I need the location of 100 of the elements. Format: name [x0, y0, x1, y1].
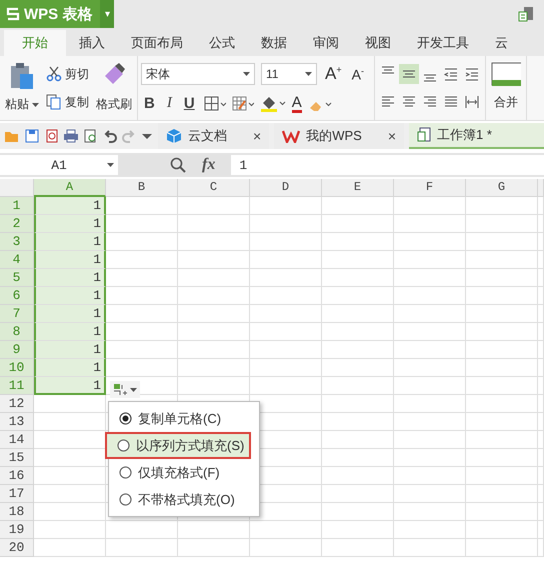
menu-tab[interactable]: 数据 [248, 30, 300, 56]
row-header[interactable]: 18 [0, 503, 34, 521]
table-cell [466, 251, 538, 269]
paste-button[interactable]: 粘贴 [3, 60, 41, 116]
table-cell [322, 539, 394, 557]
menu-tab[interactable]: 视图 [352, 30, 404, 56]
column-header[interactable]: D [250, 179, 322, 197]
column-header[interactable]: B [106, 179, 178, 197]
document-icon[interactable] [518, 6, 534, 22]
dropdown-caret-icon[interactable] [141, 131, 153, 141]
grow-font-button[interactable]: A$^{+}$ [323, 64, 344, 84]
align-icon[interactable] [464, 94, 480, 110]
radio-button[interactable] [119, 493, 132, 506]
row-header[interactable]: 20 [0, 539, 34, 557]
font-size-dropdown[interactable]: 11 [261, 63, 317, 86]
table-cell [322, 449, 394, 467]
save-icon[interactable] [25, 129, 39, 143]
row-header[interactable]: 19 [0, 521, 34, 539]
underline-button[interactable]: U [180, 95, 198, 112]
menu-tab[interactable]: 审阅 [300, 30, 352, 56]
document-tab[interactable]: 工作簿1 * [409, 123, 544, 149]
shrink-font-button[interactable]: A$^{-}$ [350, 66, 366, 83]
pdf-export-icon[interactable] [44, 129, 58, 143]
table-cell [394, 215, 466, 233]
table-cell [394, 449, 466, 467]
table-cell [394, 269, 466, 287]
column-header[interactable]: C [178, 179, 250, 197]
menu-tab[interactable]: 公式 [196, 30, 248, 56]
print-icon[interactable] [63, 129, 79, 143]
font-name-dropdown[interactable]: 宋体 [141, 63, 255, 86]
app-dropdown-button[interactable]: ▾ [100, 0, 114, 28]
w-logo-icon[interactable] [282, 129, 300, 143]
table-cell [394, 395, 466, 413]
table-cell [394, 467, 466, 485]
table-cell [34, 539, 106, 557]
menu-item[interactable]: 复制单元格(C) [109, 405, 259, 432]
radio-button[interactable] [117, 439, 130, 452]
table-cell [106, 305, 178, 323]
table-cell [394, 287, 466, 305]
table-cell [394, 233, 466, 251]
column-header[interactable]: E [322, 179, 394, 197]
row-header[interactable]: 14 [0, 431, 34, 449]
table-cell [178, 197, 250, 215]
table-cell [394, 413, 466, 431]
table-cell [250, 359, 322, 377]
auto-fill-options-button[interactable] [110, 381, 140, 398]
table-cell [250, 233, 322, 251]
cell-style-icon[interactable] [232, 96, 254, 112]
menu-tab[interactable]: 开始 [4, 30, 66, 56]
radio-button[interactable] [119, 412, 132, 425]
menu-tab[interactable]: 云 [482, 30, 521, 56]
row-header[interactable]: 13 [0, 413, 34, 431]
copy-icon [46, 94, 62, 110]
font-color-button[interactable]: A [292, 94, 302, 113]
borders-icon[interactable] [204, 96, 226, 112]
cube-icon[interactable] [166, 128, 182, 144]
column-header[interactable]: F [394, 179, 466, 197]
document-icon[interactable] [417, 127, 431, 143]
menu-tab[interactable]: 插入 [66, 30, 118, 56]
menu-item[interactable]: 不带格式填充(O) [109, 486, 259, 513]
table-cell [178, 539, 250, 557]
align-button[interactable] [398, 64, 419, 84]
cut-button[interactable]: 剪切 [44, 64, 91, 84]
name-box[interactable]: A1 [0, 155, 118, 175]
merge-button[interactable]: 合并 [488, 60, 523, 116]
table-cell [322, 305, 394, 323]
table-cell [106, 539, 178, 557]
row-header[interactable]: 17 [0, 485, 34, 503]
table-cell: 1 [34, 233, 106, 251]
bold-button[interactable]: B [141, 95, 158, 112]
column-header[interactable]: G [466, 179, 538, 197]
menu-item[interactable]: 仅填充格式(F) [109, 459, 259, 486]
table-cell [250, 287, 322, 305]
fill-options-icon [113, 383, 127, 396]
print-preview-icon[interactable] [84, 129, 98, 143]
menu-item[interactable]: 以序列方式填充(S) [105, 432, 251, 459]
copy-button[interactable]: 复制 [44, 92, 91, 112]
fill-color-icon[interactable] [260, 95, 286, 112]
undo-icon[interactable] [103, 129, 117, 143]
table-cell: 1 [34, 197, 106, 215]
table-cell [178, 305, 250, 323]
row-header[interactable]: 12 [0, 395, 34, 413]
table-cell [322, 233, 394, 251]
menu-tab[interactable]: 页面布局 [118, 30, 196, 56]
table-cell [466, 467, 538, 485]
radio-button[interactable] [119, 466, 132, 479]
table-cell [34, 413, 106, 431]
table-cell [250, 323, 322, 341]
row-header[interactable]: 16 [0, 467, 34, 485]
format-painter-button[interactable]: 格式刷 [94, 60, 134, 116]
function-button[interactable]: fx [192, 156, 226, 174]
table-cell [250, 377, 322, 395]
formula-field[interactable]: 1 [231, 155, 544, 175]
row-header[interactable]: 15 [0, 449, 34, 467]
menu-tab[interactable]: 开发工具 [404, 30, 482, 56]
zoom-icon[interactable] [170, 157, 186, 173]
table-cell [250, 341, 322, 359]
italic-button[interactable]: I [164, 95, 175, 112]
merge-cells-icon [490, 62, 521, 88]
table-cell [34, 503, 106, 521]
